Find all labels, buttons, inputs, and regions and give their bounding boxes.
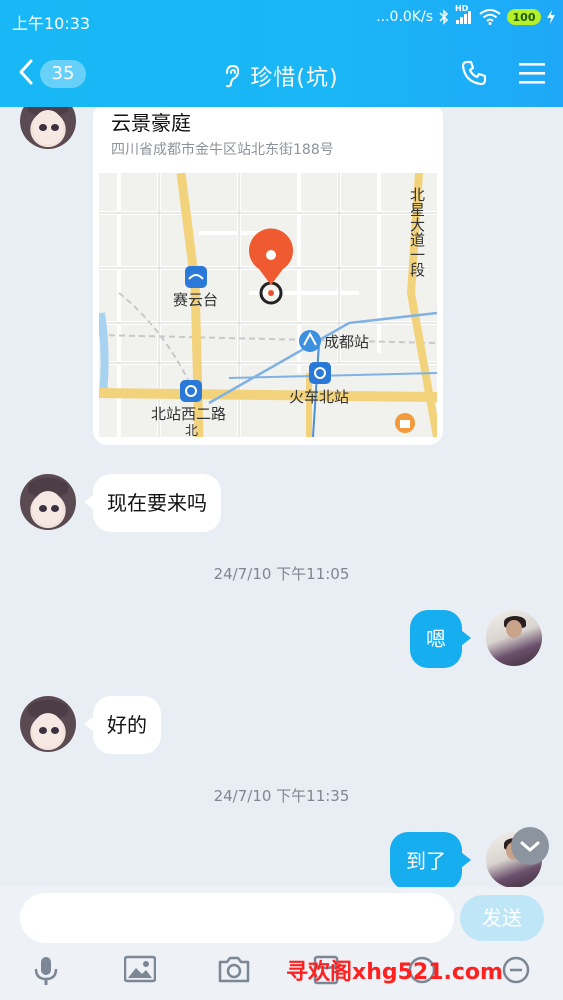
nav-bar: 35 珍惜(坑)	[0, 50, 563, 100]
image-button[interactable]	[118, 955, 162, 991]
scroll-to-bottom-button[interactable]	[511, 827, 549, 865]
battery-icon: 100	[507, 9, 541, 25]
avatar-face	[506, 620, 522, 638]
map-label-huoche-beizhan: 火车北站	[289, 388, 349, 406]
avatar-eye	[51, 727, 59, 734]
phone-icon	[461, 60, 487, 90]
avatar-eye	[51, 124, 59, 131]
send-button[interactable]: 发送	[460, 895, 544, 941]
network-speed: ...0.0K/s	[376, 9, 433, 25]
voice-button[interactable]	[24, 955, 68, 991]
message-timestamp: 24/7/10 下午11:05	[213, 565, 350, 583]
microphone-icon	[24, 955, 68, 987]
metro-station-icon	[309, 362, 331, 384]
map-label-beizhan-xi-erlu: 北站西二路	[151, 405, 226, 423]
avatar-eye	[39, 505, 47, 512]
map-graphic: 赛云台 成都站 火车北站 北站西二路 北 北星大道一段	[99, 173, 437, 437]
signal-icon: HD	[455, 4, 473, 24]
metro-station-icon	[180, 380, 202, 402]
avatar-eye	[51, 505, 59, 512]
contact-avatar[interactable]	[20, 107, 76, 149]
map-label-chengdu-station: 成都站	[324, 333, 369, 351]
location-name: 云景豪庭	[111, 111, 191, 135]
railway-station-icon	[299, 330, 321, 352]
status-time: 上午10:33	[12, 14, 91, 33]
chat-title: 珍惜(坑)	[250, 66, 339, 91]
phone-call-button[interactable]	[461, 60, 487, 90]
map-label-saiyuntai: 赛云台	[173, 291, 218, 309]
metro-station-icon	[185, 266, 207, 288]
incoming-message[interactable]: 现在要来吗	[84, 474, 221, 532]
poi-icon	[395, 413, 415, 433]
contact-avatar[interactable]	[20, 474, 76, 530]
map-label-beixing-dadao: 北星大道一段	[408, 187, 426, 277]
outgoing-message[interactable]: 到了	[390, 832, 471, 887]
location-map[interactable]: 赛云台 成都站 火车北站 北站西二路 北 北星大道一段	[99, 173, 437, 437]
status-bar: 上午10:33 ...0.0K/s HD 100	[0, 0, 563, 38]
menu-icon	[519, 63, 545, 89]
wifi-icon	[479, 9, 501, 25]
image-icon	[118, 955, 162, 983]
avatar-eye	[39, 124, 47, 131]
ear-icon	[224, 64, 240, 94]
location-message[interactable]: 云景豪庭 四川省成都市金牛区站北东街188号 赛云台 成都站 火车北站 北站西二…	[93, 107, 443, 445]
camera-button[interactable]	[212, 955, 256, 991]
my-avatar[interactable]	[486, 610, 542, 666]
incoming-message[interactable]: 好的	[84, 696, 161, 754]
menu-button[interactable]	[519, 61, 545, 89]
map-label-bei: 北	[185, 424, 198, 437]
watermark-text: 寻欢阁xhg521.com	[286, 960, 503, 985]
status-right: ...0.0K/s HD 100	[376, 4, 555, 25]
outgoing-message[interactable]: 嗯	[410, 610, 471, 668]
bluetooth-icon	[439, 9, 449, 25]
chat-list[interactable]: 云景豪庭 四川省成都市金牛区站北东街188号 赛云台 成都站 火车北站 北站西二…	[0, 107, 563, 887]
camera-icon	[212, 955, 256, 983]
location-address: 四川省成都市金牛区站北东街188号	[111, 142, 334, 158]
avatar-eye	[39, 727, 47, 734]
charging-icon	[547, 10, 555, 24]
chevron-down-icon	[511, 841, 549, 869]
network-type: HD	[455, 4, 469, 13]
contact-avatar[interactable]	[20, 696, 76, 752]
header: 上午10:33 ...0.0K/s HD 100 35 珍惜(坑)	[0, 0, 563, 107]
message-timestamp: 24/7/10 下午11:35	[213, 787, 350, 805]
message-input[interactable]	[20, 893, 454, 943]
